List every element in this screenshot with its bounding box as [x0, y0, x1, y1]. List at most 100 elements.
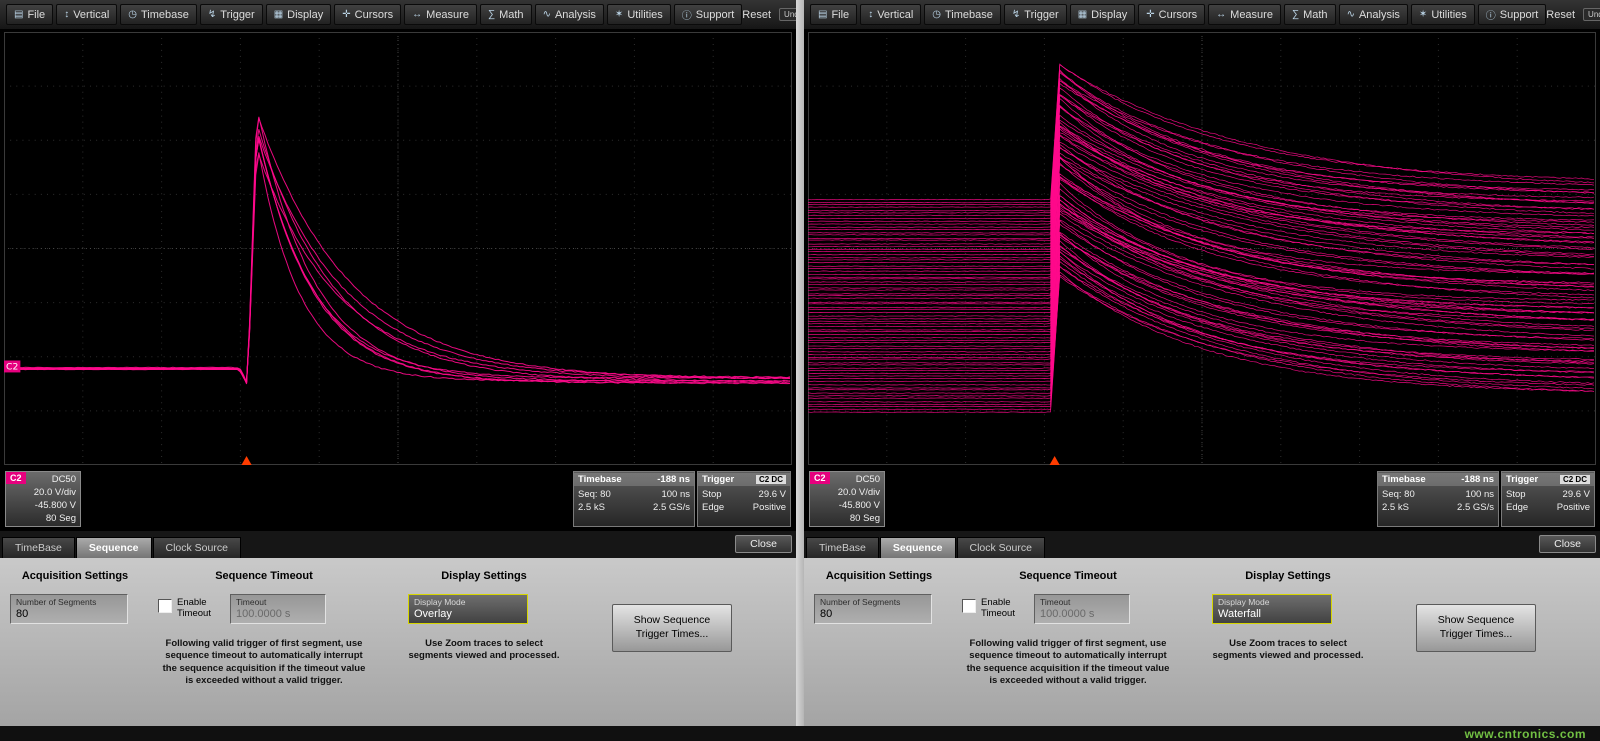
enable-timeout-checkbox[interactable]: [158, 599, 172, 613]
menu-item-timebase[interactable]: ◷ Timebase: [924, 4, 1001, 25]
display-icon: ▦: [1078, 9, 1087, 20]
trigger-type: Edge: [702, 501, 724, 514]
number-of-segments-field[interactable]: Number of Segments 80: [814, 594, 932, 624]
menu-item-support[interactable]: ⓘSupport: [1478, 4, 1547, 25]
menu-bar: ▤File ↕ Vertical ◷ Timebase ↯Trigger ▦Disp…: [804, 0, 1600, 30]
menu-item-utilities[interactable]: ✶Utilities: [607, 4, 671, 25]
trigger-icon: ↯: [208, 9, 216, 20]
timebase-title: Timebase: [1382, 474, 1426, 485]
reset-button[interactable]: Reset: [1546, 9, 1575, 21]
timebase-samples: 2.5 kS: [578, 501, 605, 514]
menu-item-trigger[interactable]: ↯ Trigger: [200, 4, 263, 25]
timebase-trigger-group: Timebase-188 ns Seq: 80100 ns 2.5 kS2.5 …: [573, 471, 791, 527]
menu-item-timebase[interactable]: ◷Timebase: [120, 4, 197, 25]
menu-item-measure[interactable]: ↔Measure: [404, 4, 477, 25]
timebase-descriptor[interactable]: Timebase-188 ns Seq: 80100 ns 2.5 kS2.5 …: [1377, 471, 1499, 527]
tab-sequence[interactable]: Sequence: [76, 537, 152, 558]
timebase-title: Timebase: [578, 474, 622, 485]
channel-coupling: DC50: [34, 473, 76, 486]
display-mode-select[interactable]: Display Mode Waterfall: [1212, 594, 1332, 624]
tab-clock-source[interactable]: Clock Source: [957, 537, 1045, 558]
display-settings-section: Display Settings Display Mode Overlay Us…: [408, 570, 560, 663]
channel-vdiv: 20.0 V/div: [838, 486, 880, 499]
channel-info: DC50 20.0 V/div -45.800 V 80 Seg: [838, 473, 880, 525]
menu-item-label: Utilities: [1431, 9, 1466, 21]
trigger-mode: Stop: [1506, 488, 1526, 501]
undo-button[interactable]: Undo: [1583, 8, 1600, 21]
menu-item-display[interactable]: ▦Display: [266, 4, 332, 25]
timebase-icon: ◷: [932, 9, 941, 20]
menu-item-file[interactable]: ▤File: [6, 4, 53, 25]
timeout-field[interactable]: Timeout 100.0000 s: [230, 594, 326, 624]
enable-timeout-checkbox[interactable]: [962, 599, 976, 613]
menu-item-vertical[interactable]: ↕ Vertical: [860, 4, 921, 25]
acquisition-settings-section: Acquisition Settings Number of Segments …: [814, 570, 944, 624]
menu-item-measure[interactable]: ↔Measure: [1208, 4, 1281, 25]
menu-item-trigger[interactable]: ↯Trigger: [1004, 4, 1067, 25]
tab-clock-source[interactable]: Clock Source: [153, 537, 241, 558]
waveform-display[interactable]: C2: [0, 30, 796, 467]
timebase-per-div: 100 ns: [1465, 488, 1494, 501]
menu-item-vertical[interactable]: ↕Vertical: [56, 4, 117, 25]
timeout-label: Timeout: [1040, 597, 1124, 607]
show-sequence-trigger-times-button[interactable]: Show Sequence Trigger Times...: [612, 604, 732, 652]
menu-item-display[interactable]: ▦Display: [1070, 4, 1136, 25]
number-of-segments-field[interactable]: Number of Segments 80: [10, 594, 128, 624]
tab-timebase[interactable]: TimeBase: [806, 537, 879, 558]
timebase-rate: 2.5 GS/s: [653, 501, 690, 514]
menu-item-label: Timebase: [141, 9, 189, 21]
acquisition-settings-title: Acquisition Settings: [814, 570, 944, 582]
display-mode-value: Overlay: [414, 608, 522, 621]
panels-row: ▤File ↕Vertical ◷Timebase ↯Trigger ▦Disp…: [0, 0, 1600, 726]
menu-item-math[interactable]: ∑Math: [1284, 4, 1336, 25]
menu-item-label: Measure: [1230, 9, 1273, 21]
menu-item-label: Measure: [426, 9, 469, 21]
menu-item-file[interactable]: ▤File: [810, 4, 857, 25]
show-sequence-trigger-times-button[interactable]: Show Sequence Trigger Times...: [1416, 604, 1536, 652]
close-button[interactable]: Close: [1539, 535, 1596, 553]
menu-item-utilities[interactable]: ✶Utilities: [1411, 4, 1475, 25]
vertical-icon: ↕: [868, 9, 873, 20]
scope-app: ▤File ↕Vertical ◷Timebase ↯Trigger ▦Disp…: [0, 0, 1600, 741]
waveform-display[interactable]: [804, 30, 1600, 467]
sequence-timeout-title: Sequence Timeout: [158, 570, 370, 582]
timebase-delay: -188 ns: [1461, 474, 1494, 485]
timebase-descriptor[interactable]: Timebase-188 ns Seq: 80100 ns 2.5 kS2.5 …: [573, 471, 695, 527]
scope-panel-left: ▤File ↕Vertical ◷Timebase ↯ Trigger ▦Disp…: [0, 0, 796, 726]
menu-item-cursors[interactable]: ✛Cursors: [1138, 4, 1205, 25]
display-mode-label: Display Mode: [1218, 597, 1326, 607]
menu-item-label: Display: [287, 9, 323, 21]
menu-item-analysis[interactable]: ∿Analysis: [1339, 4, 1408, 25]
channel-descriptor[interactable]: C2 DC50 20.0 V/div -45.800 V 80 Seg: [5, 471, 81, 527]
trigger-source-badge: C2 DC: [756, 475, 786, 484]
support-icon: ⓘ: [682, 7, 692, 22]
menu-item-label: Vertical: [877, 9, 913, 21]
menu-item-analysis[interactable]: ∿Analysis: [535, 4, 604, 25]
menu-item-math[interactable]: ∑Math: [480, 4, 532, 25]
sequence-dialog: TimeBase Sequence Clock Source Close Acq…: [804, 531, 1600, 726]
enable-timeout-label: Enable Timeout: [177, 597, 221, 620]
channel-badge: C2: [810, 472, 830, 484]
tab-timebase[interactable]: TimeBase: [2, 537, 75, 558]
channel-segments: 80 Seg: [34, 512, 76, 525]
menu-item-support[interactable]: ⓘSupport: [674, 4, 743, 25]
menu-item-label: Utilities: [627, 9, 662, 21]
menu-item-label: Trigger: [1024, 9, 1058, 21]
reset-button[interactable]: Reset: [742, 9, 771, 21]
menu-item-label: Trigger: [220, 9, 254, 21]
descriptor-bar: C2 DC50 20.0 V/div -45.800 V 80 Seg Time…: [0, 467, 796, 531]
tab-sequence[interactable]: Sequence: [880, 537, 956, 558]
timeout-help-text: Following valid trigger of first segment…: [158, 638, 370, 687]
timeout-field[interactable]: Timeout 100.0000 s: [1034, 594, 1130, 624]
timeout-value: 100.0000 s: [1040, 608, 1124, 621]
menu-items: ▤File ↕ Vertical ◷ Timebase ↯Trigger ▦Disp…: [810, 4, 1546, 25]
trigger-slope: Positive: [1557, 501, 1590, 514]
trigger-descriptor[interactable]: TriggerC2 DC Stop29.6 V EdgePositive: [697, 471, 791, 527]
channel-descriptor[interactable]: C2 DC50 20.0 V/div -45.800 V 80 Seg: [809, 471, 885, 527]
trigger-source-badge: C2 DC: [1560, 475, 1590, 484]
close-button[interactable]: Close: [735, 535, 792, 553]
display-mode-select[interactable]: Display Mode Overlay: [408, 594, 528, 624]
trigger-descriptor[interactable]: TriggerC2 DC Stop29.6 V EdgePositive: [1501, 471, 1595, 527]
menu-item-cursors[interactable]: ✛Cursors: [334, 4, 401, 25]
menu-item-label: Timebase: [945, 9, 993, 21]
